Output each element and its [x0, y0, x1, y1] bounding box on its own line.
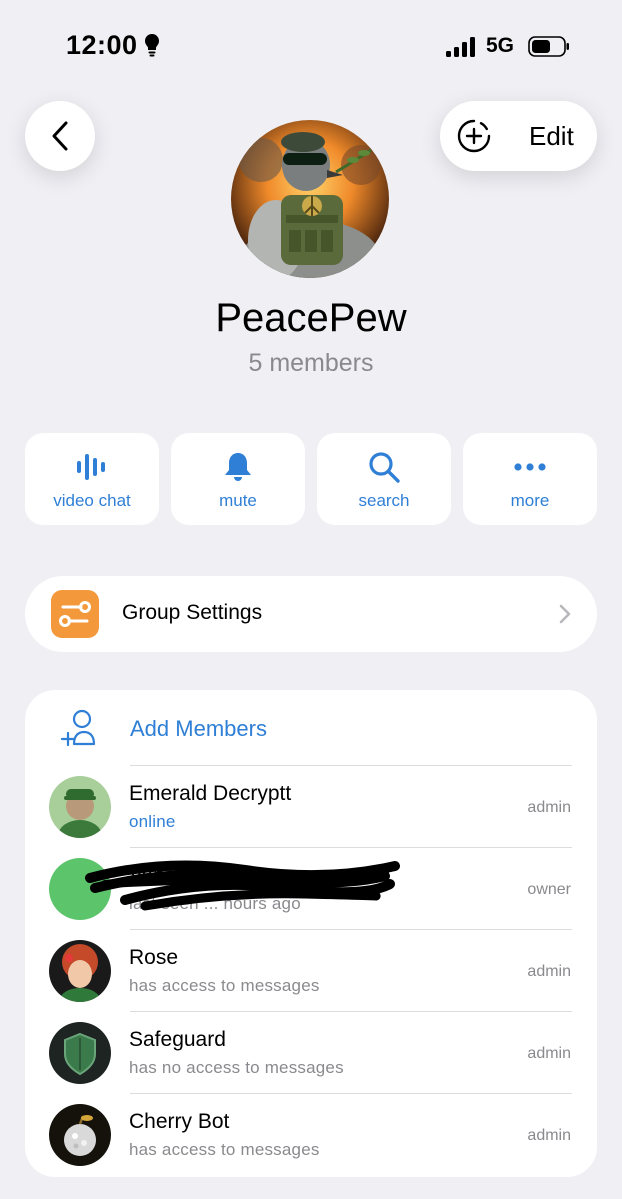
settings-sliders-icon: [51, 590, 99, 638]
add-members-label: Add Members: [130, 716, 267, 741]
member-row[interactable]: Emerald Decryptt online admin: [25, 766, 597, 848]
action-buttons: video chat mute search more: [25, 433, 597, 525]
chevron-right-icon: [559, 604, 571, 624]
group-settings-label: Group Settings: [122, 601, 263, 624]
member-name: Cherry Bot: [129, 1110, 230, 1133]
voice-chat-icon: [77, 454, 105, 480]
cellular-signal-icon: [446, 37, 475, 57]
avatar: [49, 940, 111, 1002]
chevron-left-icon: [52, 121, 68, 151]
mute-button[interactable]: mute: [171, 433, 305, 525]
member-role: admin: [527, 963, 571, 980]
search-button[interactable]: search: [317, 433, 451, 525]
members-list: Add Members Emerald Decryptt online admi…: [25, 690, 597, 1177]
back-button[interactable]: [25, 101, 95, 171]
search-icon: [369, 452, 400, 483]
redaction-scribble: [85, 860, 400, 911]
video-chat-button[interactable]: video chat: [25, 433, 159, 525]
member-name: Rose: [129, 946, 179, 969]
more-button[interactable]: more: [463, 433, 597, 525]
member-row[interactable]: Vance W...oll last seen ... hours ago ow…: [25, 848, 597, 930]
network-label: 5G: [486, 34, 515, 57]
member-row[interactable]: Cherry Bot has access to messages admin: [25, 1094, 597, 1176]
add-photo-icon: [457, 119, 491, 153]
member-name: Safeguard: [129, 1028, 226, 1051]
member-status: has access to messages: [129, 976, 320, 995]
member-role: admin: [527, 1127, 571, 1144]
add-member-icon: [60, 709, 96, 747]
search-label: search: [358, 491, 410, 510]
pigeon-soldier-avatar-image: [231, 120, 389, 278]
member-role: admin: [527, 1045, 571, 1062]
group-settings-row[interactable]: Group Settings: [25, 576, 597, 652]
bell-icon: [225, 453, 251, 481]
member-status: has no access to messages: [129, 1058, 344, 1077]
group-members-count: 5 members: [248, 349, 374, 377]
avatar: [49, 1104, 111, 1166]
member-status: online: [129, 812, 176, 831]
member-name: Emerald Decryptt: [129, 782, 292, 805]
status-bar: 12:00 5G: [0, 0, 622, 90]
more-label: more: [510, 491, 550, 510]
member-status: has access to messages: [129, 1140, 320, 1159]
member-row[interactable]: Safeguard has no access to messages admi…: [25, 1012, 597, 1094]
add-members-button[interactable]: Add Members: [25, 690, 597, 766]
more-icon: [514, 463, 546, 471]
member-row[interactable]: Rose has access to messages admin: [25, 930, 597, 1012]
mute-label: mute: [219, 491, 257, 510]
lightbulb-icon: [145, 34, 159, 57]
video-chat-label: video chat: [53, 491, 131, 510]
avatar: [49, 776, 111, 838]
edit-button[interactable]: Edit: [440, 101, 597, 171]
edit-label: Edit: [529, 121, 574, 151]
member-role: owner: [527, 881, 571, 898]
avatar: [49, 1022, 111, 1084]
status-time: 12:00: [66, 30, 138, 60]
group-name: PeacePew: [215, 296, 407, 340]
battery-icon: [528, 36, 569, 57]
group-avatar[interactable]: [231, 120, 389, 278]
member-role: admin: [527, 799, 571, 816]
